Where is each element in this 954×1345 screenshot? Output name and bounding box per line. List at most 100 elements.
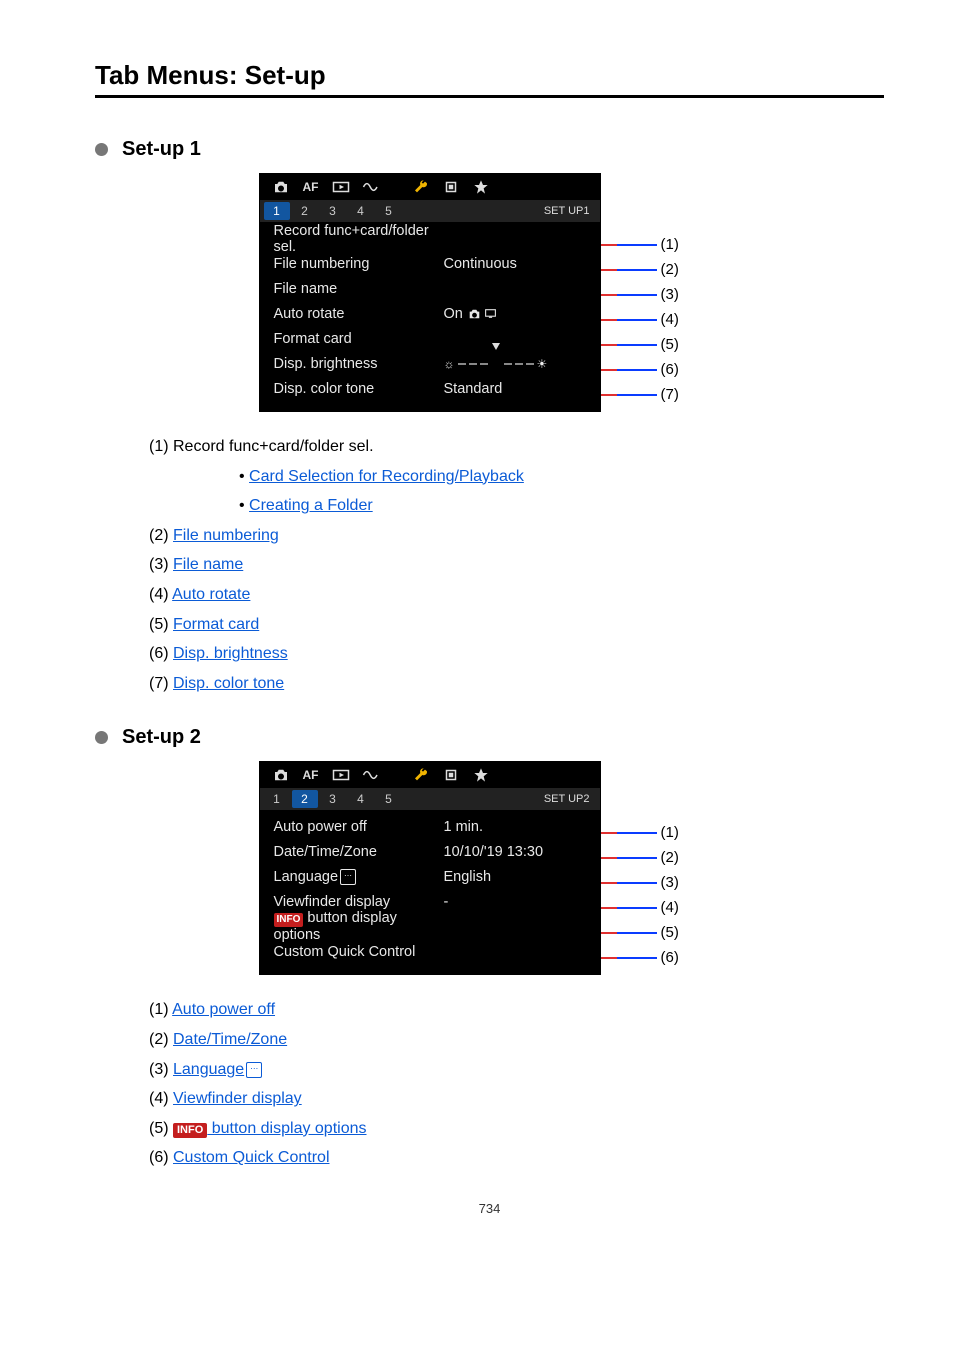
item-number: (4) xyxy=(149,1090,173,1107)
menu-row: Disp. brightness☼☀ xyxy=(260,351,600,376)
page-title: Tab Menus: Set-up xyxy=(95,60,884,91)
setup2-menu: Auto power off1 min.Date/Time/Zone10/10/… xyxy=(260,810,600,974)
manual-link[interactable]: Card Selection for Recording/Playback xyxy=(249,468,524,485)
wrench-icon xyxy=(406,176,436,198)
menu-row: Auto power off1 min. xyxy=(260,814,600,839)
section1-heading-row: Set-up 1 xyxy=(95,138,884,161)
setup1-menu: Record func+card/folder sel.File numberi… xyxy=(260,222,600,411)
menu-label: INFO button display options xyxy=(274,910,444,943)
sub-tab-3: 3 xyxy=(320,790,346,808)
setup2-annotations: (1)(2)(3)(4)(5)(6) xyxy=(601,761,721,975)
star-icon xyxy=(466,764,496,786)
annotation: (4) xyxy=(601,311,679,328)
manual-link[interactable]: Disp. color tone xyxy=(173,675,284,692)
annotation-label: (5) xyxy=(661,924,679,941)
item-number: (5) xyxy=(149,616,173,633)
manual-link[interactable]: Creating a Folder xyxy=(249,497,373,514)
wave-icon xyxy=(356,176,386,198)
item-number: (7) xyxy=(149,675,173,692)
list-item: (2) Date/Time/Zone xyxy=(149,1025,884,1055)
item-number: (2) xyxy=(149,527,173,544)
sub-tab-1: 1 xyxy=(264,790,290,808)
menu-row: Auto rotateOn xyxy=(260,301,600,326)
menu-value: Standard xyxy=(444,381,586,397)
brightness-min-icon: ☼ xyxy=(444,357,455,371)
item-text: Record func+card/folder sel. xyxy=(173,438,374,455)
sub-tab-5: 5 xyxy=(376,790,402,808)
manual-link[interactable]: Disp. brightness xyxy=(173,645,288,662)
annotation: (7) xyxy=(601,386,679,403)
wave-icon xyxy=(356,764,386,786)
list-item: (3) File name xyxy=(149,550,884,580)
sub-tab-4: 4 xyxy=(348,202,374,220)
manual-link[interactable]: Custom Quick Control xyxy=(173,1149,330,1166)
menu-value: ☼☀ xyxy=(444,356,586,372)
menu-label: Viewfinder display xyxy=(274,894,444,910)
bullet-icon xyxy=(95,143,108,156)
manual-link[interactable]: Auto rotate xyxy=(172,586,250,603)
subtab-title: SET UP1 xyxy=(544,205,590,217)
menu-value: - xyxy=(444,894,586,910)
annotation-label: (2) xyxy=(661,261,679,278)
menu-row: Format card xyxy=(260,326,600,351)
manual-link[interactable]: Viewfinder display xyxy=(173,1090,302,1107)
annotation: (5) xyxy=(601,336,679,353)
list-item: (1) Auto power off xyxy=(149,995,884,1025)
list-item: Creating a Folder xyxy=(239,491,884,521)
list-item: (7) Disp. color tone xyxy=(149,669,884,699)
menu-value: English xyxy=(444,869,586,885)
manual-link[interactable]: Auto power off xyxy=(172,1001,275,1018)
menu-value: Continuous xyxy=(444,256,586,272)
item-number: (4) xyxy=(149,586,172,603)
section1-heading: Set-up 1 xyxy=(122,138,201,161)
setup2-list: (1) Auto power off(2) Date/Time/Zone(3) … xyxy=(109,995,884,1173)
top-tab-bar: AF xyxy=(260,762,600,788)
language-glyph-icon: ⋯ xyxy=(340,869,356,885)
item-number: (3) xyxy=(149,556,173,573)
annotation-label: (5) xyxy=(661,336,679,353)
sub-tab-4: 4 xyxy=(348,790,374,808)
annotation: (3) xyxy=(601,286,679,303)
af-tab: AF xyxy=(296,764,326,786)
annotation: (6) xyxy=(601,361,679,378)
manual-link[interactable]: File name xyxy=(173,556,243,573)
list-item: (4) Auto rotate xyxy=(149,580,884,610)
menu-label: Language⋯ xyxy=(274,869,444,885)
page-number: 734 xyxy=(95,1201,884,1216)
menu-label: Auto power off xyxy=(274,819,444,835)
item-number: (2) xyxy=(149,1031,173,1048)
menu-value: 1 min. xyxy=(444,819,586,835)
playback-icon xyxy=(326,176,356,198)
manual-link[interactable]: Date/Time/Zone xyxy=(173,1031,287,1048)
annotation: (4) xyxy=(601,899,679,916)
camera-icon xyxy=(266,764,296,786)
menu-row: Disp. color toneStandard xyxy=(260,376,600,401)
manual-link[interactable]: button display options xyxy=(207,1120,366,1137)
annotation-label: (1) xyxy=(661,824,679,841)
list-item: (3) Language⋯ xyxy=(149,1055,884,1085)
sub-tab-row: 1 2 3 4 5 SET UP1 xyxy=(260,200,600,222)
sub-tab-2: 2 xyxy=(292,202,318,220)
manual-link[interactable]: Language⋯ xyxy=(173,1061,262,1078)
list-item: (5) INFO button display options xyxy=(149,1114,884,1144)
item-number: (3) xyxy=(149,1061,173,1078)
list-item: (2) File numbering xyxy=(149,521,884,551)
menu-value: 10/10/'19 13:30 xyxy=(444,844,586,860)
menu-row: Record func+card/folder sel. xyxy=(260,226,600,251)
camera-small-icon xyxy=(467,308,482,320)
annotation-label: (1) xyxy=(661,236,679,253)
menu-label: File numbering xyxy=(274,256,444,272)
menu-row: File numberingContinuous xyxy=(260,251,600,276)
setup2-screen: AF 1 2 3 4 5 SET UP2 Auto power off1 min… xyxy=(259,761,601,975)
manual-link[interactable]: Format card xyxy=(173,616,259,633)
manual-link[interactable]: File numbering xyxy=(173,527,279,544)
brightness-max-icon: ☀ xyxy=(537,357,548,371)
custom-icon xyxy=(436,764,466,786)
setup1-annotations: (1) (2) (3) (4) (5) (6) (7) xyxy=(601,173,721,412)
setup1-screen: AF 1 2 3 4 5 SET UP1 Record func+card/fo… xyxy=(259,173,601,412)
annotation: (1) xyxy=(601,824,679,841)
annotation-label: (2) xyxy=(661,849,679,866)
sub-tab-5: 5 xyxy=(376,202,402,220)
list-item: (6) Disp. brightness xyxy=(149,639,884,669)
section2-heading-row: Set-up 2 xyxy=(95,726,884,749)
